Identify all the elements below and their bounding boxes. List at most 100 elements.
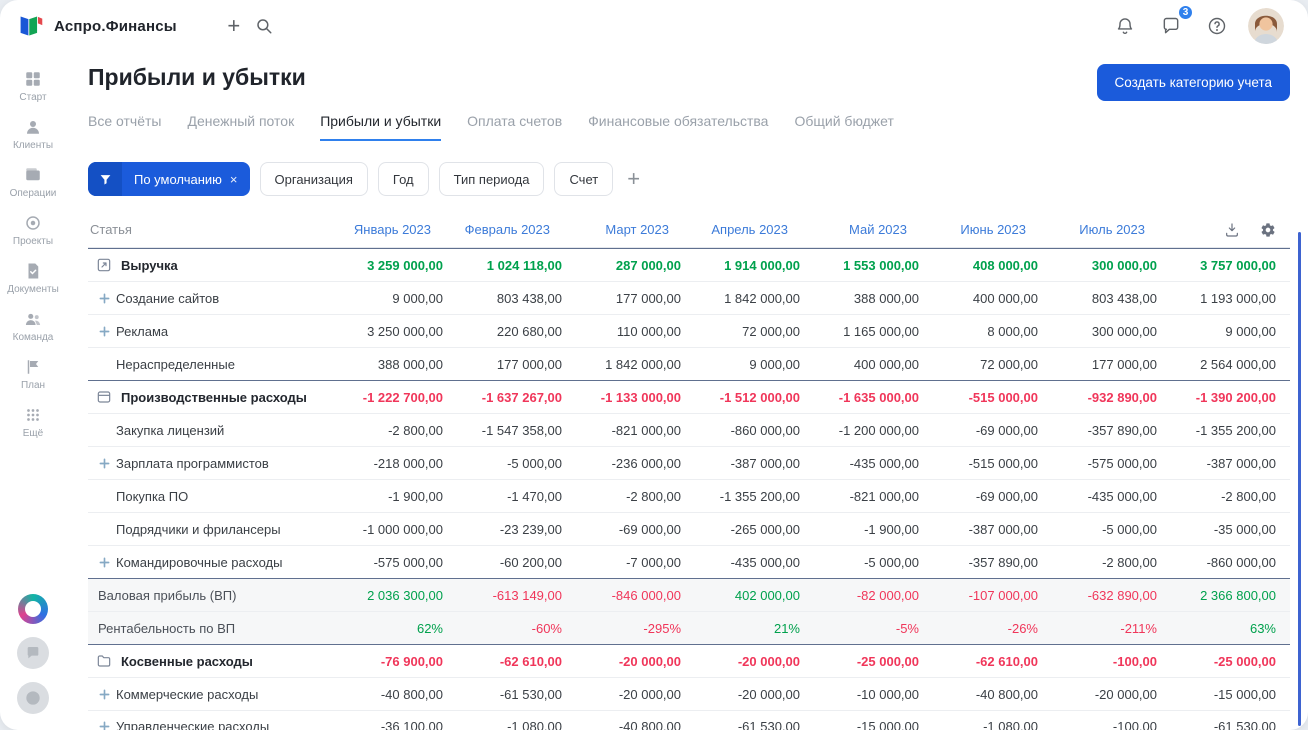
vertical-scrollbar[interactable] bbox=[1298, 232, 1301, 726]
table-row[interactable]: Реклама 3 250 000,00 220 680,00 110 000,00 7… bbox=[88, 314, 1290, 347]
cell-value: -387 000,00 bbox=[968, 521, 1038, 537]
table-row[interactable]: Рентабельность по ВП 62% -60% -295% 21% -5% -2… bbox=[88, 611, 1290, 644]
grid-icon bbox=[24, 69, 42, 89]
cell-value: -35 000,00 bbox=[1213, 521, 1276, 537]
sidebar-item-plan[interactable]: План bbox=[0, 350, 66, 398]
cell-value: -435 000,00 bbox=[730, 554, 800, 570]
table-row[interactable]: Командировочные расходы -575 000,00 -60 20… bbox=[88, 545, 1290, 578]
sidebar-item-more[interactable]: Ещё bbox=[0, 398, 66, 446]
table-row[interactable]: Производственные расходы -1 222 700,00 -1 … bbox=[88, 380, 1290, 413]
tab-budget[interactable]: Общий бюджет bbox=[794, 113, 893, 141]
sidebar-item-label: Документы bbox=[7, 284, 59, 295]
cell-value: 177 000,00 bbox=[496, 356, 562, 372]
sidebar-item-clients[interactable]: Клиенты bbox=[0, 110, 66, 158]
row-label: Реклама bbox=[116, 323, 169, 339]
sidebar-item-label: Проекты bbox=[12, 236, 54, 247]
table-row[interactable]: Валовая прибыль (ВП) 2 036 300,00 -613 149… bbox=[88, 578, 1290, 611]
cell-value: -211% bbox=[1120, 620, 1157, 636]
filter-chip-period-type[interactable]: Тип периода bbox=[438, 162, 545, 196]
expand-plus-icon[interactable] bbox=[99, 689, 110, 700]
expand-plus-icon[interactable] bbox=[99, 458, 110, 469]
table-row[interactable]: Закупка лицензий -2 800,00 -1 547 358,00 -8… bbox=[88, 413, 1290, 446]
download-icon[interactable] bbox=[1224, 222, 1240, 238]
sidebar-item-operations[interactable]: Операции bbox=[0, 158, 66, 206]
help-icon[interactable] bbox=[1202, 11, 1232, 41]
sidebar-item-documents[interactable]: Документы bbox=[0, 254, 66, 302]
cell-value: -61 530,00 bbox=[1213, 719, 1276, 730]
dots-icon bbox=[24, 405, 42, 425]
filter-bar: По умолчанию × Организация Год Тип периода… bbox=[88, 162, 1290, 196]
clear-filter-icon[interactable]: × bbox=[230, 172, 250, 187]
cell-value: -218 000,00 bbox=[373, 455, 443, 471]
cell-value: -387 000,00 bbox=[730, 455, 800, 471]
filter-chip-organization[interactable]: Организация bbox=[259, 162, 368, 196]
table-row[interactable]: Покупка ПО -1 900,00 -1 470,00 -2 800,00 -1 … bbox=[88, 479, 1290, 512]
column-header[interactable]: Май 2023 bbox=[814, 222, 933, 237]
tab-invoices[interactable]: Оплата счетов bbox=[467, 113, 562, 141]
table-row[interactable]: Зарплата программистов -218 000,00 -5 000,… bbox=[88, 446, 1290, 479]
tab-profit-loss[interactable]: Прибыли и убытки bbox=[320, 113, 442, 141]
table-row[interactable]: Создание сайтов 9 000,00 803 438,00 177 000… bbox=[88, 281, 1290, 314]
filter-chip-account[interactable]: Счет bbox=[554, 162, 614, 196]
cell-value: -7 000,00 bbox=[626, 554, 681, 570]
tab-all-reports[interactable]: Все отчёты bbox=[88, 113, 161, 141]
bell-icon[interactable] bbox=[1110, 11, 1140, 41]
cell-value: -60 200,00 bbox=[499, 554, 562, 570]
cell-value: -26% bbox=[1007, 620, 1038, 636]
chat-icon[interactable]: 3 bbox=[1156, 4, 1194, 41]
cell-value: -20 000,00 bbox=[737, 686, 800, 702]
cell-value: -69 000,00 bbox=[975, 422, 1038, 438]
aspro-widget-icon[interactable] bbox=[18, 594, 48, 624]
cell-value: 1 842 000,00 bbox=[605, 356, 681, 372]
column-header[interactable]: Февраль 2023 bbox=[457, 222, 576, 237]
table-row[interactable]: Косвенные расходы -76 900,00 -62 610,00 -20… bbox=[88, 644, 1290, 677]
expand-plus-icon[interactable] bbox=[99, 557, 110, 568]
expand-plus-icon[interactable] bbox=[99, 293, 110, 304]
cell-value: 72 000,00 bbox=[980, 356, 1038, 372]
column-header[interactable]: Март 2023 bbox=[576, 222, 695, 237]
settings-gear-icon[interactable] bbox=[1260, 222, 1276, 238]
create-category-button[interactable]: Создать категорию учета bbox=[1096, 64, 1290, 101]
table-row[interactable]: Нераспределенные 388 000,00 177 000,00 1 84… bbox=[88, 347, 1290, 380]
column-header[interactable]: Июль 2023 bbox=[1052, 222, 1171, 237]
cell-value: -23 239,00 bbox=[499, 521, 562, 537]
add-icon[interactable]: + bbox=[219, 11, 249, 41]
table-row[interactable]: Управленческие расходы -36 100,00 -1 080,0… bbox=[88, 710, 1290, 730]
cell-value: -1 637 267,00 bbox=[481, 389, 562, 405]
table-row[interactable]: Подрядчики и фрилансеры -1 000 000,00 -23 … bbox=[88, 512, 1290, 545]
target-icon bbox=[24, 213, 42, 233]
cell-value: -2 800,00 bbox=[1102, 554, 1157, 570]
cell-value: -387 000,00 bbox=[1206, 455, 1276, 471]
cell-value: -15 000,00 bbox=[1213, 686, 1276, 702]
cell-value: -1 390 200,00 bbox=[1195, 389, 1276, 405]
cell-value: 287 000,00 bbox=[615, 257, 681, 273]
cell-value: -1 900,00 bbox=[864, 521, 919, 537]
cell-value: 1 165 000,00 bbox=[843, 323, 919, 339]
help-widget-icon[interactable] bbox=[17, 682, 49, 714]
cell-value: -82 000,00 bbox=[856, 587, 919, 603]
search-icon[interactable] bbox=[249, 11, 279, 41]
active-filter-chip[interactable]: По умолчанию × bbox=[88, 162, 250, 196]
expand-plus-icon[interactable] bbox=[99, 721, 110, 730]
add-filter-icon[interactable]: + bbox=[627, 168, 640, 190]
tab-liabilities[interactable]: Финансовые обязательства bbox=[588, 113, 768, 141]
tab-cash-flow[interactable]: Денежный поток bbox=[187, 113, 294, 141]
filter-chip-year[interactable]: Год bbox=[377, 162, 429, 196]
sidebar-item-start[interactable]: Старт bbox=[0, 62, 66, 110]
chat-widget-icon[interactable] bbox=[17, 637, 49, 669]
table-row[interactable]: Выручка 3 259 000,00 1 024 118,00 287 000,0… bbox=[88, 248, 1290, 281]
sidebar-item-projects[interactable]: Проекты bbox=[0, 206, 66, 254]
sidebar-item-label: Клиенты bbox=[12, 140, 54, 151]
tabs: Все отчёты Денежный поток Прибыли и убытки… bbox=[88, 113, 1290, 142]
avatar[interactable] bbox=[1248, 8, 1284, 44]
cell-value: -1 080,00 bbox=[983, 719, 1038, 730]
cell-value: -10 000,00 bbox=[856, 686, 919, 702]
sidebar-item-team[interactable]: Команда bbox=[0, 302, 66, 350]
column-header[interactable]: Июнь 2023 bbox=[933, 222, 1052, 237]
column-header[interactable]: Апрель 2023 bbox=[695, 222, 814, 237]
column-header[interactable]: Январь 2023 bbox=[338, 222, 457, 237]
table-row[interactable]: Коммерческие расходы -40 800,00 -61 530,00… bbox=[88, 677, 1290, 710]
cell-value: -821 000,00 bbox=[611, 422, 681, 438]
person-icon bbox=[24, 117, 42, 137]
expand-plus-icon[interactable] bbox=[99, 326, 110, 337]
